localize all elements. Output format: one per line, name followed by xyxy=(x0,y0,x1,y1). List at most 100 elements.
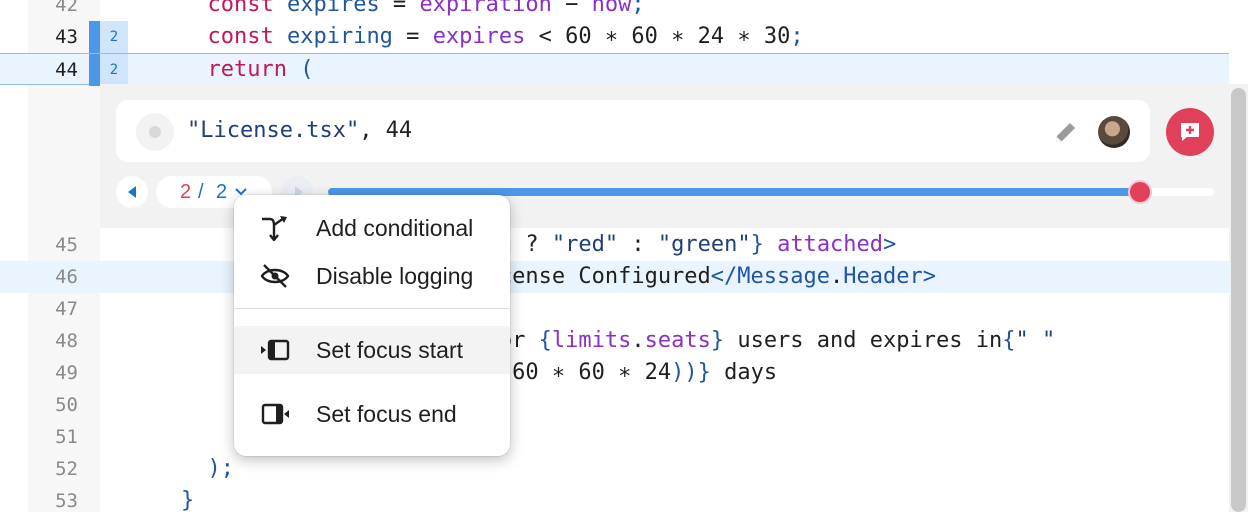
triangle-left-icon xyxy=(128,186,136,198)
menu-item-label: Set focus end xyxy=(316,401,457,427)
code-text: } xyxy=(128,485,194,512)
code-token: users and expires in xyxy=(724,328,1003,353)
code-line[interactable]: 42 const expires = expiration − now; xyxy=(0,0,1229,21)
code-text: ); xyxy=(128,453,234,485)
code-text: const expires = expiration − now; xyxy=(128,0,645,21)
code-token: { xyxy=(1002,328,1016,353)
code-text: const expiring = expires < 60 ∗ 60 ∗ 24 … xyxy=(128,21,804,53)
line-number[interactable]: 43 xyxy=(28,21,78,53)
code-token: ( xyxy=(286,57,314,82)
code-token: } xyxy=(710,328,725,353)
code-token: "red" xyxy=(551,232,619,257)
code-token: < 60 ∗ 60 ∗ 24 ∗ 30 xyxy=(525,24,791,49)
code-token: } xyxy=(750,232,764,257)
code-token: " " xyxy=(1015,328,1056,353)
code-line[interactable]: 50 xyxy=(0,389,1229,421)
code-token: { xyxy=(538,328,552,353)
code-token: > xyxy=(922,264,936,289)
line-number[interactable]: 52 xyxy=(28,453,78,485)
hit-marker[interactable] xyxy=(89,54,100,86)
code-token: seats xyxy=(644,328,711,353)
previous-hit-button[interactable] xyxy=(116,176,148,208)
code-line[interactable]: 49 ires / (60 ∗ 60 ∗ 24))} days xyxy=(0,357,1229,389)
line-number[interactable]: 44 xyxy=(28,54,78,86)
code-token: ? xyxy=(512,232,552,257)
hit-count[interactable]: 2 xyxy=(100,54,128,86)
code-token: days xyxy=(710,360,778,385)
code-token: expiring xyxy=(286,24,393,49)
code-token: } xyxy=(180,488,195,512)
code-token: const xyxy=(207,0,274,17)
menu-divider xyxy=(234,308,510,309)
code-token: > xyxy=(883,232,897,257)
code-token: return xyxy=(207,57,287,82)
hit-separator: / xyxy=(198,181,204,203)
menu-item-label: Set focus start xyxy=(316,337,464,363)
line-number[interactable]: 42 xyxy=(28,0,78,21)
menu-item-set-focus-start[interactable]: Set focus start xyxy=(234,326,510,374)
code-line[interactable]: 47 xyxy=(0,293,1229,325)
hit-count[interactable]: 2 xyxy=(100,21,128,53)
menu-item-add-conditional[interactable]: Add conditional xyxy=(234,204,510,252)
menu-item-label: Add conditional xyxy=(316,215,474,241)
conditional-icon xyxy=(260,215,290,242)
log-expression[interactable]: "License.tsx", 44 xyxy=(187,114,412,148)
code-token: expires xyxy=(286,0,380,17)
line-number[interactable]: 45 xyxy=(28,229,78,261)
menu-item-set-focus-end[interactable]: Set focus end xyxy=(234,390,510,438)
code-token: ; xyxy=(631,0,645,17)
code-line[interactable]: 45 < iring ? "red" : "green"} attached> xyxy=(0,229,1229,261)
eye-off-icon xyxy=(260,263,290,289)
code-token: . xyxy=(830,264,844,289)
line-number[interactable]: 49 xyxy=(28,357,78,389)
line-number[interactable]: 53 xyxy=(28,485,78,512)
add-comment-icon xyxy=(1181,123,1199,141)
line-number[interactable]: 46 xyxy=(28,261,78,293)
context-menu: Add conditional Disable logging Set focu… xyxy=(234,195,510,456)
menu-item-disable-logging[interactable]: Disable logging xyxy=(234,252,510,300)
hit-current: 2 xyxy=(180,181,192,203)
code-token: ; xyxy=(790,24,804,49)
code-line[interactable]: 52 ); xyxy=(0,453,1229,485)
code-token: − xyxy=(551,0,592,17)
log-expression-rest: , 44 xyxy=(359,118,413,143)
line-number[interactable]: 48 xyxy=(28,325,78,357)
code-line[interactable]: 53 } xyxy=(0,485,1229,512)
code-token: ))} xyxy=(671,360,711,385)
add-comment-button[interactable] xyxy=(1166,108,1214,156)
code-token: "green" xyxy=(657,232,751,257)
code-line[interactable]: 51 < xyxy=(0,421,1229,453)
code-line[interactable]: 46 alid License Configured</Message.Head… xyxy=(0,261,1229,293)
code-token: limits xyxy=(551,328,632,353)
pencil-icon[interactable] xyxy=(1052,118,1080,146)
focus-start-icon xyxy=(260,337,290,363)
code-token: . xyxy=(631,328,645,353)
hit-marker[interactable] xyxy=(89,21,100,53)
hit-total: 2 xyxy=(216,181,228,203)
line-number[interactable]: 50 xyxy=(28,389,78,421)
code-line[interactable]: 48 valid for {limits.seats} users and ex… xyxy=(0,325,1229,357)
code-token: </Message xyxy=(710,264,831,289)
code-token: = xyxy=(379,0,420,17)
line-number[interactable]: 51 xyxy=(28,421,78,453)
log-expression-string: "License.tsx" xyxy=(187,118,360,143)
code-token: expiration xyxy=(419,0,552,17)
menu-item-label: Disable logging xyxy=(316,263,474,289)
code-token: expires xyxy=(432,24,526,49)
code-editor: 42 const expires = expiration − now; 43 2 … xyxy=(0,0,1248,512)
line-number[interactable]: 47 xyxy=(28,293,78,325)
code-token: const xyxy=(207,24,274,49)
code-token: 60 ∗ 60 ∗ 24 xyxy=(512,360,672,385)
code-line[interactable]: 43 2 const expiring = expires < 60 ∗ 60 ∗… xyxy=(0,21,1229,53)
code-token: Header xyxy=(843,264,923,289)
scrollbar-thumb[interactable] xyxy=(1231,88,1246,512)
user-avatar[interactable] xyxy=(1098,116,1130,148)
code-line[interactable]: 44 2 return ( xyxy=(0,53,1229,86)
